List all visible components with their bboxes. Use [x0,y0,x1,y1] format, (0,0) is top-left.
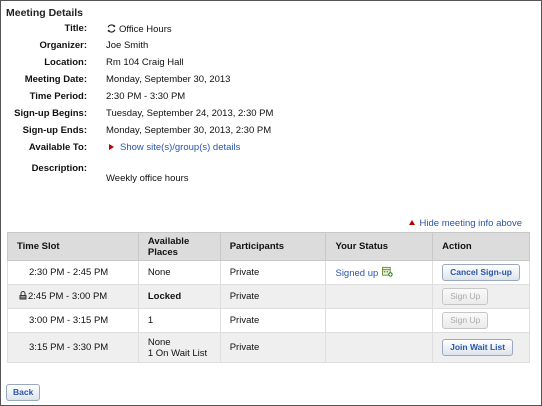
collapse-triangle-icon[interactable] [408,220,415,225]
participants-cell: Private [219,284,327,309]
detail-available-to-row: Available To: Show site(s)/group(s) deta… [1,142,341,156]
your-status-cell: Signed up [325,260,434,285]
available-places-cell: None 1 On Wait List [137,332,221,363]
detail-value-location: Rm 104 Craig Hall [106,57,184,68]
detail-label: Location: [44,57,87,68]
available-places-cell: Locked [137,284,221,309]
show-groups-link[interactable]: Show site(s)/group(s) details [120,142,240,153]
action-cell: Sign Up [432,284,530,309]
detail-label: Available To: [28,142,87,153]
sign-up-button[interactable]: Sign Up [442,288,489,305]
column-header-participants: Participants [219,232,327,261]
action-cell: Join Wait List [432,332,530,363]
detail-label: Organizer: [39,40,87,51]
action-cell: Sign Up [432,308,530,333]
meeting-details-panel: Meeting Details Title: Office Hours Orga… [0,0,542,406]
detail-organizer-row: Organizer: Joe Smith [1,40,341,54]
refresh-icon [107,24,116,33]
time-slot-cell: 2:30 PM - 2:45 PM [7,260,139,285]
detail-value-meeting-date: Monday, September 30, 2013 [106,74,231,85]
participants-cell: Private [219,308,327,333]
table-header-row: Time Slot Available Places Participants … [7,232,530,261]
detail-value-title: Office Hours [119,24,172,35]
detail-meeting-date-row: Meeting Date: Monday, September 30, 2013 [1,74,341,88]
your-status-cell [325,332,434,363]
detail-label: Time Period: [29,91,87,102]
detail-label: Sign-up Begins: [14,108,87,119]
available-places-cell: None [137,260,221,285]
timeslot-table: Time Slot Available Places Participants … [7,232,530,363]
column-header-time-slot: Time Slot [7,232,139,261]
available-places-text: None [147,336,171,348]
detail-time-period-row: Time Period: 2:30 PM - 3:30 PM [1,91,341,105]
table-row: 2:45 PM - 3:00 PM Locked Private Sign Up [7,284,530,309]
detail-label: Title: [64,23,87,34]
detail-value-time-period: 2:30 PM - 3:30 PM [106,91,186,102]
detail-title-row: Title: Office Hours [1,23,341,37]
expand-triangle-icon[interactable] [109,144,114,150]
action-cell: Cancel Sign-up [432,260,530,285]
detail-signup-ends-row: Sign-up Ends: Monday, September 30, 2013… [1,125,341,139]
detail-value-signup-ends: Monday, September 30, 2013, 2:30 PM [106,125,272,136]
detail-value-description: Weekly office hours [106,173,189,184]
detail-location-row: Location: Rm 104 Craig Hall [1,57,341,71]
participants-cell: Private [219,332,327,363]
detail-label: Sign-up Ends: [22,125,87,136]
participants-cell: Private [219,260,327,285]
detail-value-signup-begins: Tuesday, September 24, 2013, 2:30 PM [106,108,274,119]
hide-meeting-info-link[interactable]: Hide meeting info above [420,218,522,229]
wait-list-count: 1 On Wait List [147,347,208,359]
table-row: 3:15 PM - 3:30 PM None 1 On Wait List Pr… [7,332,530,363]
sign-up-button[interactable]: Sign Up [442,312,489,329]
your-status-cell [325,308,434,333]
column-header-your-status: Your Status [325,232,434,261]
time-slot-cell: 2:45 PM - 3:00 PM [7,284,139,309]
column-header-available-places: Available Places [137,232,221,261]
your-status-cell [325,284,434,309]
signed-up-status[interactable]: Signed up [335,268,378,279]
time-slot-cell: 3:15 PM - 3:30 PM [7,332,139,363]
time-slot-cell: 3:00 PM - 3:15 PM [7,308,139,333]
table-row: 3:00 PM - 3:15 PM 1 Private Sign Up [7,308,530,333]
available-places-cell: 1 [137,308,221,333]
calendar-add-icon[interactable] [382,266,394,277]
back-button[interactable]: Back [6,384,41,401]
detail-signup-begins-row: Sign-up Begins: Tuesday, September 24, 2… [1,108,341,122]
detail-value-organizer: Joe Smith [106,40,149,51]
table-row: 2:30 PM - 2:45 PM None Private Signed up… [7,260,530,285]
section-title: Meeting Details [6,7,84,19]
detail-label: Meeting Date: [24,74,87,85]
lock-icon [19,291,27,300]
join-wait-list-button[interactable]: Join Wait List [442,339,514,356]
column-header-action: Action [432,232,530,261]
cancel-signup-button[interactable]: Cancel Sign-up [442,264,520,281]
time-slot-text: 2:45 PM - 3:00 PM [28,291,108,302]
